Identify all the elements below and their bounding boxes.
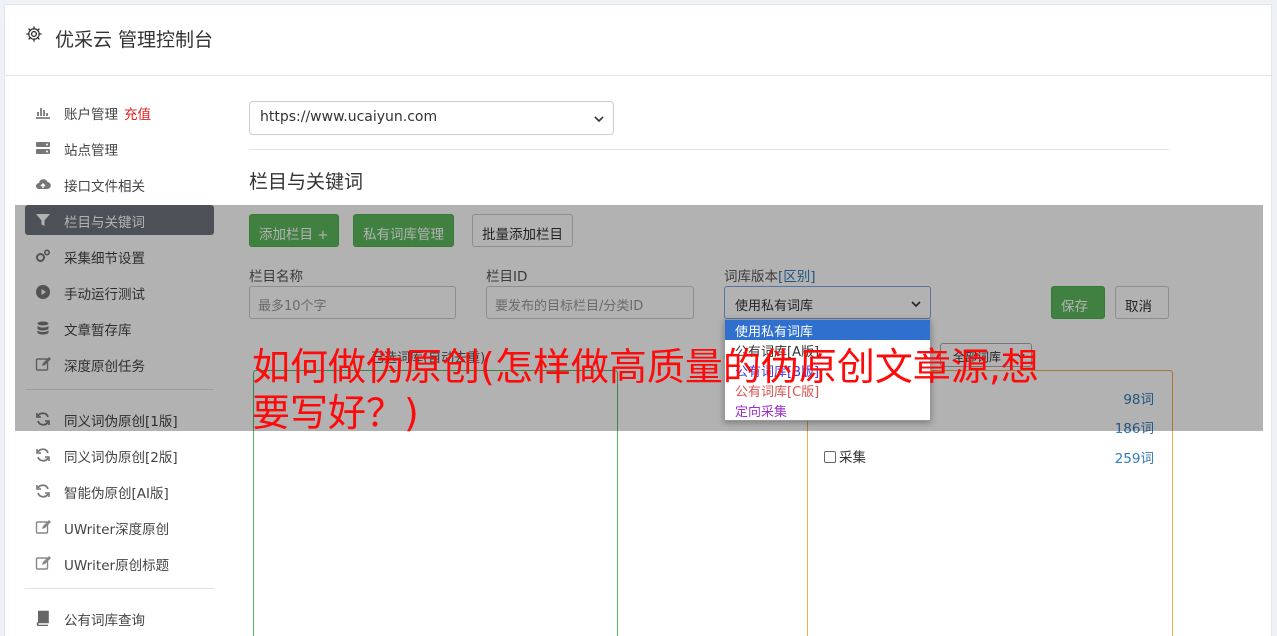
checkbox[interactable] — [824, 451, 836, 463]
sidebar-item-label: UWriter原创标题 — [64, 558, 170, 574]
divider — [249, 149, 1169, 150]
site-select[interactable]: https://www.ucaiyun.com — [249, 101, 614, 135]
sidebar-item-sites[interactable]: 站点管理 — [25, 133, 214, 163]
sidebar-item-uwriter-deep[interactable]: UWriter深度原创 — [25, 512, 214, 542]
sidebar-item-label: 站点管理 — [64, 143, 118, 159]
sidebar-item-label: 同义词伪原创[2版] — [64, 450, 178, 466]
sidebar-item-label: UWriter深度原创 — [64, 522, 170, 538]
sidebar-item-interface[interactable]: 接口文件相关 — [25, 169, 214, 199]
sidebar-item-label: 账户管理 — [64, 107, 118, 123]
edit-icon — [35, 520, 51, 534]
word-count: 259词 — [1114, 451, 1154, 467]
refresh-icon — [36, 484, 50, 498]
server-icon — [36, 142, 50, 154]
sidebar-item-label: 接口文件相关 — [64, 179, 145, 195]
sidebar-item-public-lib[interactable]: 公有词库查询 — [25, 603, 214, 633]
sidebar-item-label: 公有词库查询 — [64, 613, 145, 629]
cloud-upload-icon — [36, 179, 51, 190]
sidebar-item-ai[interactable]: 智能伪原创[AI版] — [25, 476, 214, 506]
headline-overlay-text: 如何做伪原创(怎样做高质量的伪原创文章源,想要写好？) — [252, 345, 1039, 435]
lib-checkbox-label: 采集 — [839, 450, 866, 466]
sidebar-divider — [25, 588, 214, 589]
sidebar-item-label: 智能伪原创[AI版] — [64, 486, 169, 502]
edit-icon — [35, 556, 51, 570]
top-bar: 优采云 管理控制台 — [5, 5, 1271, 76]
sidebar-item-synonym-v2[interactable]: 同义词伪原创[2版] — [25, 440, 214, 470]
lib-checkbox-row[interactable]: 采集 — [824, 446, 866, 466]
page-title: 栏目与关键词 — [249, 171, 364, 193]
site-select-value: https://www.ucaiyun.com — [260, 109, 438, 125]
chevron-down-icon — [594, 116, 604, 123]
gear-icon — [26, 26, 42, 42]
bar-chart-icon — [36, 108, 50, 119]
dropdown-option[interactable]: 使用私有词库 — [725, 320, 930, 340]
sidebar-item-account[interactable]: 账户管理 充值 — [25, 97, 214, 127]
sidebar-item-uwriter-title[interactable]: UWriter原创标题 — [25, 548, 214, 578]
refresh-icon — [36, 448, 50, 462]
book-icon — [36, 610, 49, 626]
recharge-link[interactable]: 充值 — [124, 107, 151, 123]
app-title: 优采云 管理控制台 — [55, 29, 214, 51]
